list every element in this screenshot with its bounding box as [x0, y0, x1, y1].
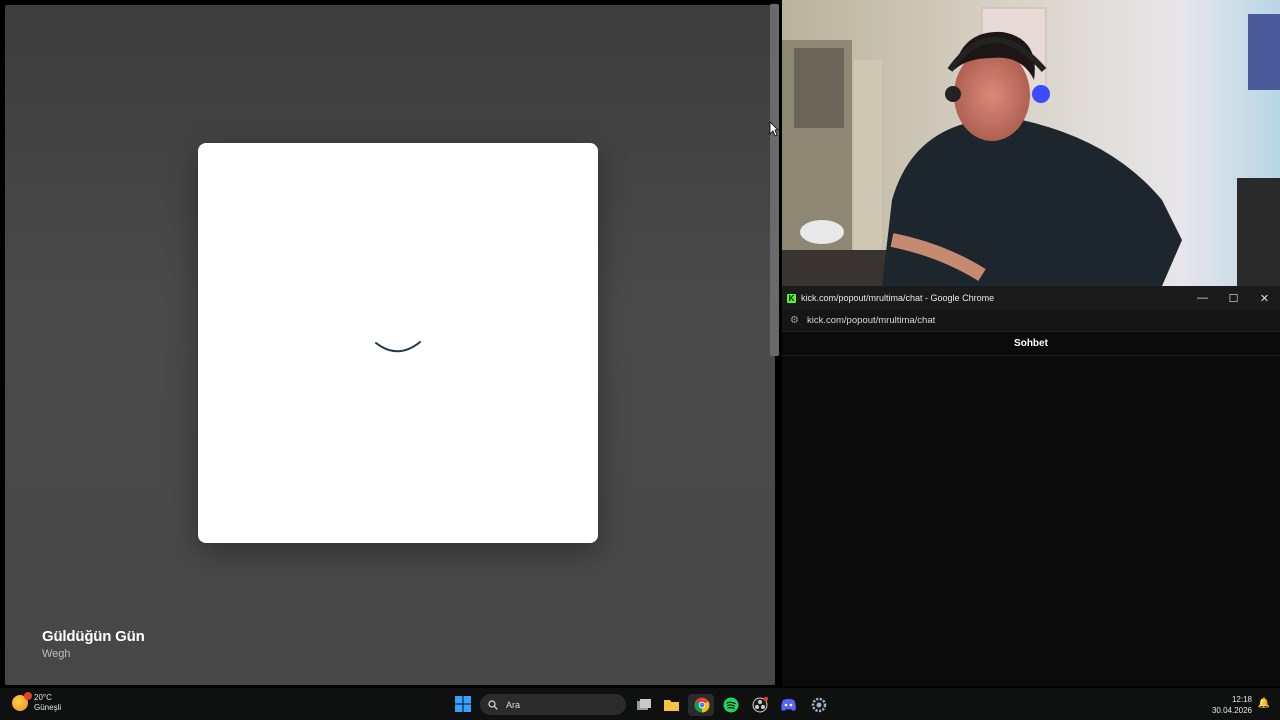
chat-window: K kick.com/popout/mrultima/chat - Google… — [782, 286, 1280, 686]
weather-temperature: 20°C — [34, 693, 52, 702]
taskbar: 20°C Güneşli Ara 12:18 30.04.2026 🔔 — [0, 688, 1280, 720]
taskbar-search[interactable]: Ara — [480, 694, 626, 715]
track-title[interactable]: Güldüğün Gün — [42, 628, 145, 645]
notification-bell-icon[interactable]: 🔔 — [1258, 698, 1270, 709]
notification-badge — [24, 692, 32, 700]
scrollbar-thumb[interactable] — [770, 4, 779, 356]
window-controls: — ☐ ✕ — [1187, 292, 1280, 305]
chat-messages-area — [782, 356, 1280, 686]
discord-icon[interactable] — [780, 696, 797, 713]
weather-widget[interactable]: 20°C Güneşli — [12, 692, 62, 713]
chat-header: Sohbet — [782, 332, 1280, 356]
desktop: Güldüğün Gün Wegh K kick.com/popout/mrul… — [0, 0, 1280, 720]
file-explorer-icon[interactable] — [663, 696, 680, 713]
task-view-icon[interactable] — [635, 696, 652, 713]
weather-description: Güneşli — [34, 703, 62, 712]
loading-spinner-icon — [375, 341, 421, 353]
url-text[interactable]: kick.com/popout/mrultima/chat — [807, 315, 935, 326]
search-icon — [488, 699, 498, 710]
clock-date: 30.04.2026 — [1211, 706, 1252, 715]
track-artist[interactable]: Wegh — [42, 648, 71, 660]
windows-start-icon[interactable] — [455, 696, 471, 712]
kick-logo-icon: K — [787, 293, 796, 303]
settings-icon[interactable] — [810, 696, 827, 713]
chat-titlebar[interactable]: K kick.com/popout/mrultima/chat - Google… — [782, 286, 1280, 310]
mouse-cursor-icon — [769, 121, 779, 137]
search-placeholder: Ara — [506, 699, 521, 710]
system-clock[interactable]: 12:18 30.04.2026 — [1212, 694, 1252, 716]
webcam-image — [782, 0, 1280, 286]
close-button[interactable]: ✕ — [1249, 292, 1280, 305]
chrome-icon[interactable] — [693, 696, 710, 713]
webcam-feed — [782, 0, 1280, 286]
clock-time: 12:18 — [1231, 695, 1252, 704]
site-settings-icon[interactable]: ⚙ — [790, 315, 799, 326]
obs-icon[interactable] — [751, 696, 768, 713]
album-artwork — [198, 143, 598, 543]
music-player-pane: Güldüğün Gün Wegh — [0, 0, 780, 686]
sun-icon — [12, 692, 32, 711]
address-bar[interactable]: ⚙ kick.com/popout/mrultima/chat — [782, 310, 1280, 332]
maximize-button[interactable]: ☐ — [1218, 292, 1249, 305]
window-title: kick.com/popout/mrultima/chat - Google C… — [801, 293, 995, 303]
player-background: Güldüğün Gün Wegh — [5, 5, 775, 685]
minimize-button[interactable]: — — [1187, 292, 1218, 305]
spotify-icon[interactable] — [722, 696, 739, 713]
